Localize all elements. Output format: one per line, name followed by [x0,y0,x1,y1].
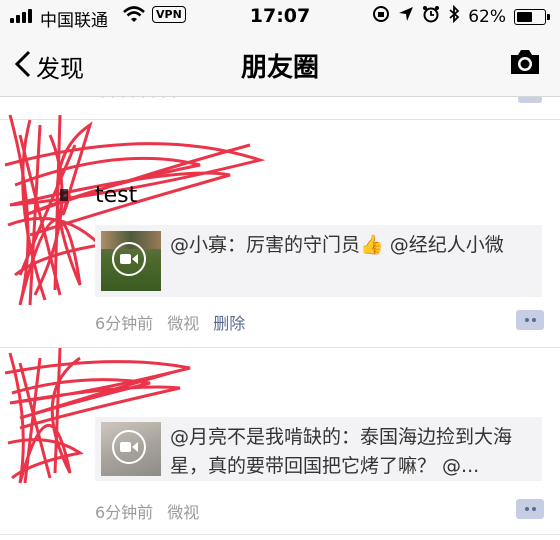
divider [0,534,560,535]
shared-video-card[interactable]: @小寡：厉害的守门员👍 @经纪人小微 [95,225,542,297]
post-meta: 6分钟前 微视 [95,499,199,523]
comment-button[interactable] [516,499,544,519]
video-play-icon [112,430,146,464]
camera-icon[interactable] [508,48,542,80]
alarm-icon [422,5,440,28]
page-title: 朋友圈 [240,53,319,83]
post-time: 6分钟前 [95,314,154,333]
comment-button[interactable] [516,310,544,330]
battery-percent: 62% [468,6,506,27]
moments-feed[interactable]: · · · · · · · · test @小寡：厉害的守门员👍 @经纪人小微 … [0,97,560,540]
post-meta: 6分钟前 微视 删除 [95,310,245,334]
nav-bar: 发现 朋友圈 [0,32,560,97]
bluetooth-icon [448,4,460,28]
post-source: 微视 [167,503,200,522]
battery-icon [514,8,550,25]
video-thumbnail[interactable] [101,231,161,291]
post-time: 6分钟前 [95,503,154,522]
video-play-icon [112,242,146,276]
post-text: test [95,183,138,208]
video-thumbnail[interactable] [101,422,161,476]
rotation-lock-icon [372,5,390,28]
shared-text: @月亮不是我啃缺的：泰国海边捡到大海星，真的要带回国把它烤了嘛？ @... [170,426,513,477]
shared-text: @小寡：厉害的守门员👍 @经纪人小微 [170,234,504,256]
comment-icon[interactable] [518,97,542,103]
post-source: 微视 [167,314,200,333]
delete-link[interactable]: 删除 [213,310,245,334]
location-icon [398,6,414,27]
status-bar: 中国联通 VPN 17:07 62% [0,0,560,32]
shared-video-card[interactable]: @月亮不是我啃缺的：泰国海边捡到大海星，真的要带回国把它烤了嘛？ @... [95,417,542,481]
